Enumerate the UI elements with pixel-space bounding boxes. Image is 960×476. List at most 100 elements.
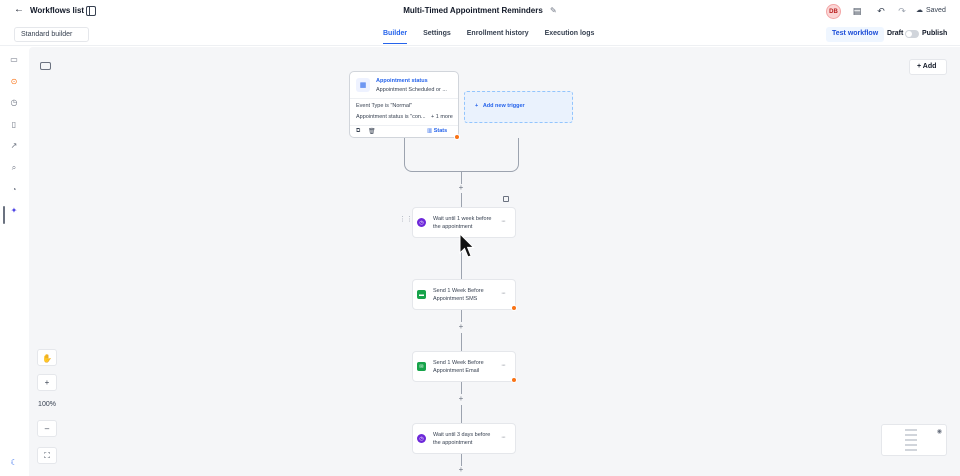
add-step-plus[interactable]: + bbox=[457, 322, 465, 331]
tab-builder[interactable]: Builder bbox=[383, 30, 408, 44]
add-label: Add bbox=[922, 63, 937, 70]
redo-icon[interactable]: ↷ bbox=[896, 5, 908, 17]
trigger-subtitle: Appointment Scheduled or ... bbox=[376, 87, 447, 93]
select-checkbox[interactable] bbox=[503, 196, 509, 202]
add-step-plus[interactable]: + bbox=[457, 183, 465, 192]
clock-icon: ◷ bbox=[417, 434, 426, 443]
minimap-node bbox=[905, 434, 917, 436]
trash-icon[interactable]: 🗑 bbox=[368, 128, 376, 135]
zoom-out-button[interactable]: – bbox=[37, 420, 57, 437]
minimap-node bbox=[905, 429, 917, 431]
step-label: the appointment bbox=[433, 224, 473, 230]
notes-icon[interactable]: ▤ bbox=[851, 5, 863, 17]
trigger-join-connector bbox=[404, 138, 519, 172]
zoom-in-button[interactable]: + bbox=[37, 374, 57, 391]
sms-icon: ▬ bbox=[417, 290, 426, 299]
test-workflow-button[interactable]: Test workflow bbox=[826, 27, 885, 42]
moon-icon[interactable]: ☾ bbox=[9, 458, 19, 468]
more-options-icon[interactable]: ··· bbox=[501, 290, 506, 297]
tab-settings[interactable]: Settings bbox=[423, 30, 451, 44]
more-conditions-link[interactable]: + 1 more bbox=[431, 114, 453, 120]
workflow-title-text: Multi-Timed Appointment Reminders bbox=[403, 6, 543, 15]
user-avatar[interactable]: DB bbox=[826, 4, 841, 19]
hand-icon: ✋ bbox=[42, 354, 52, 363]
undo-icon[interactable]: ↶ bbox=[875, 5, 887, 17]
step-label: Wait until 3 days before bbox=[433, 432, 491, 438]
connector-line bbox=[461, 382, 462, 394]
step-label: Appointment Email bbox=[433, 368, 480, 374]
bar-chart-icon: ▥ bbox=[427, 128, 433, 134]
fit-view-button[interactable]: ⛶ bbox=[37, 447, 57, 464]
step-card[interactable]: ▬ Send 1 Week Before Appointment SMS ··· bbox=[412, 279, 516, 310]
step-label: Wait until 1 week before bbox=[433, 216, 492, 222]
add-button[interactable]: + Add bbox=[909, 59, 947, 75]
drag-handle-icon[interactable]: ⋮⋮ bbox=[399, 216, 413, 223]
search-icon[interactable]: ⌕ bbox=[9, 163, 19, 173]
minimap[interactable]: ◉ bbox=[881, 424, 947, 456]
add-step-plus[interactable]: + bbox=[457, 465, 465, 474]
step-label: the appointment bbox=[433, 440, 473, 446]
error-badge bbox=[511, 377, 517, 383]
publish-label: Publish bbox=[922, 30, 948, 37]
hand-tool-button[interactable]: ✋ bbox=[37, 349, 57, 366]
draft-label: Draft bbox=[887, 30, 904, 37]
ai-sparkle-icon[interactable]: ✦ bbox=[9, 206, 19, 216]
left-sidebar: ▭ ⊙ ◷ ▯ ↗ ⌕ ◔ ✦ ☾ bbox=[0, 46, 28, 476]
pencil-icon[interactable]: ✎ bbox=[550, 6, 557, 15]
error-badge bbox=[454, 134, 460, 140]
minimap-node bbox=[905, 444, 917, 446]
trigger-card[interactable]: ▦ Appointment status Appointment Schedul… bbox=[349, 71, 459, 138]
step-label: Send 1 Week Before bbox=[433, 288, 484, 294]
calendar-icon: ▦ bbox=[356, 78, 370, 92]
top-bar: ← Workflows list Multi-Timed Appointment… bbox=[0, 0, 960, 24]
sub-bar: Standard builder Builder Settings Enroll… bbox=[0, 24, 960, 46]
step-card[interactable]: ✉ Send 1 Week Before Appointment Email ·… bbox=[412, 351, 516, 382]
keyboard-icon[interactable] bbox=[40, 62, 51, 70]
more-options-icon[interactable]: ··· bbox=[501, 218, 506, 225]
eye-icon[interactable]: ◉ bbox=[937, 428, 942, 435]
mouse-cursor-icon bbox=[459, 233, 475, 258]
error-badge bbox=[511, 305, 517, 311]
comment-icon[interactable]: ▭ bbox=[9, 55, 19, 65]
history-icon[interactable]: ◷ bbox=[9, 98, 19, 108]
minimap-node bbox=[905, 449, 917, 451]
trigger-condition: Appointment status is "con... bbox=[356, 114, 426, 120]
workflow-tabs: Builder Settings Enrollment history Exec… bbox=[383, 30, 610, 44]
saved-label: Saved bbox=[926, 6, 946, 14]
add-trigger-label: Add new trigger bbox=[482, 103, 525, 109]
trigger-condition: Event Type is "Normal" bbox=[356, 103, 413, 109]
minimap-node bbox=[905, 439, 917, 441]
tab-execution-logs[interactable]: Execution logs bbox=[545, 30, 595, 44]
zoom-level: 100% bbox=[38, 401, 56, 408]
divider bbox=[350, 98, 458, 99]
divider bbox=[350, 125, 458, 126]
connector-line bbox=[461, 333, 462, 351]
workflow-title: Multi-Timed Appointment Reminders ✎ bbox=[0, 6, 960, 15]
more-options-icon[interactable]: ··· bbox=[501, 362, 506, 369]
saved-status: ☁ Saved bbox=[916, 6, 946, 15]
stats-button[interactable]: ▥ Stats bbox=[427, 128, 447, 134]
warning-icon[interactable]: ⊙ bbox=[9, 77, 19, 87]
plus-icon: + bbox=[475, 103, 479, 109]
connector-line bbox=[461, 193, 462, 207]
publish-toggle[interactable] bbox=[905, 30, 919, 38]
document-icon[interactable]: ▯ bbox=[9, 120, 19, 130]
stats-label: Stats bbox=[433, 128, 448, 134]
builder-select[interactable]: Standard builder bbox=[14, 27, 89, 42]
step-card[interactable]: ◷ Wait until 3 days before the appointme… bbox=[412, 423, 516, 454]
tab-enrollment-history[interactable]: Enrollment history bbox=[467, 30, 529, 44]
add-step-plus[interactable]: + bbox=[457, 394, 465, 403]
copy-icon[interactable]: ⧉ bbox=[356, 128, 360, 135]
clock-icon: ◷ bbox=[417, 218, 426, 227]
active-indicator bbox=[3, 206, 5, 224]
cloud-check-icon: ☁ bbox=[916, 7, 923, 14]
add-new-trigger-button[interactable]: + Add new trigger bbox=[464, 91, 573, 123]
clock-icon[interactable]: ◔ bbox=[9, 185, 19, 195]
trigger-title: Appointment status bbox=[376, 78, 428, 84]
more-options-icon[interactable]: ··· bbox=[501, 434, 506, 441]
connector-line bbox=[461, 310, 462, 322]
connector-line bbox=[461, 405, 462, 423]
step-label: Appointment SMS bbox=[433, 296, 478, 302]
external-link-icon[interactable]: ↗ bbox=[9, 141, 19, 151]
email-icon: ✉ bbox=[417, 362, 426, 371]
